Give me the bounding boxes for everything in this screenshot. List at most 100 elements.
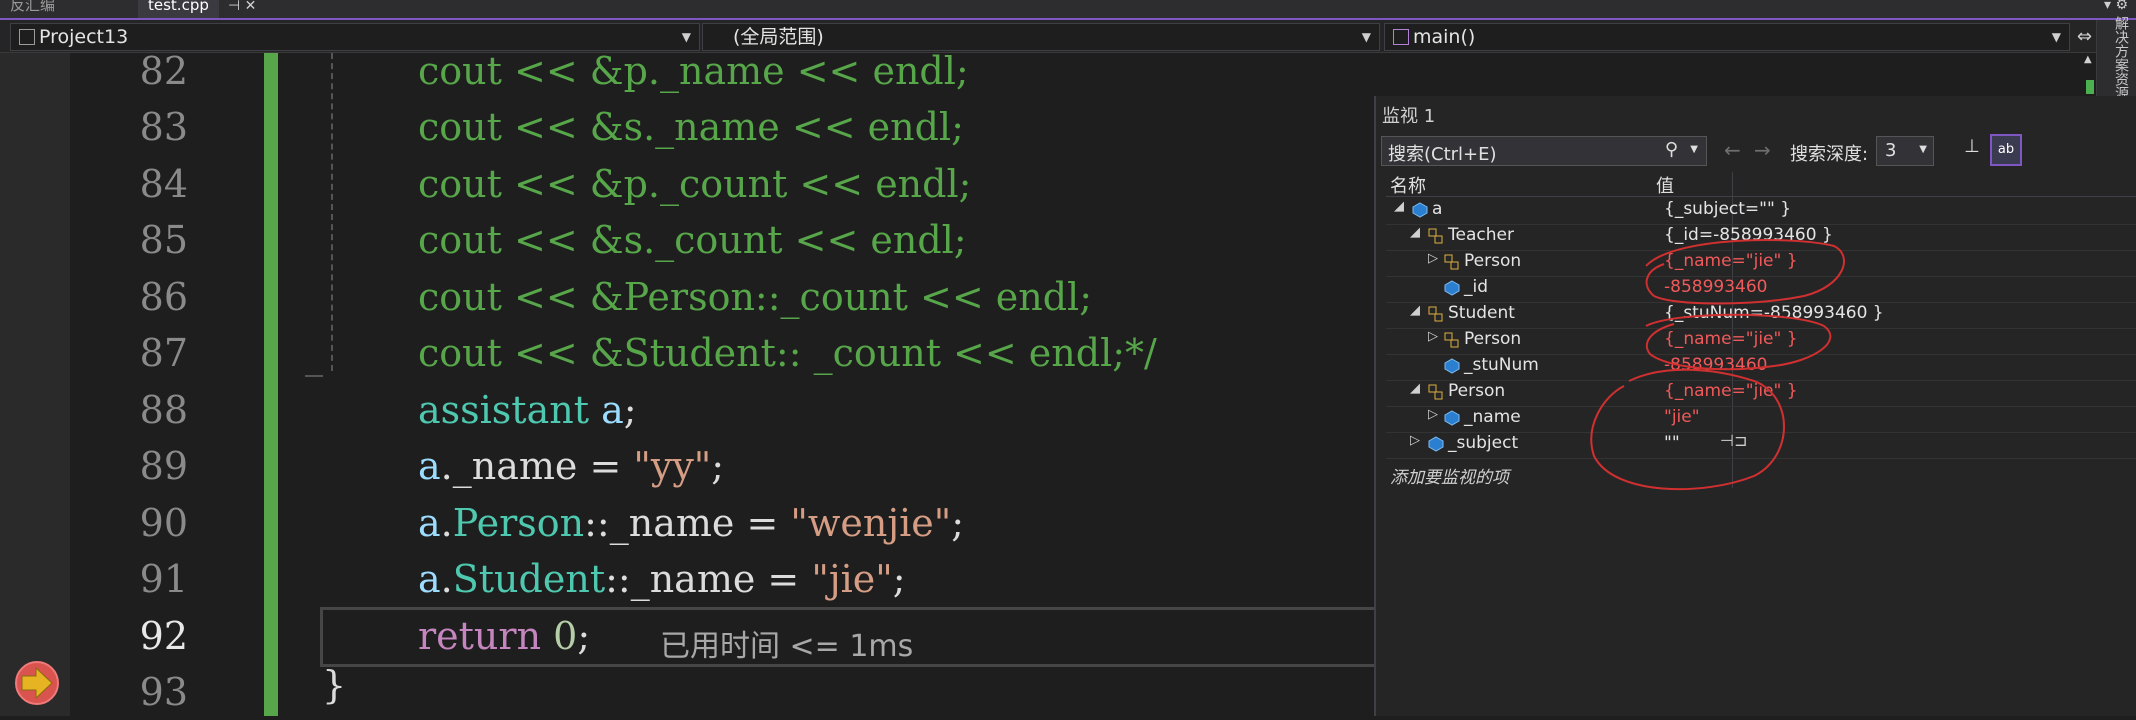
collapse-icon[interactable]: ◢ (1410, 303, 1420, 318)
watch-row-name: Student (1448, 303, 1515, 323)
pin-icon[interactable]: ⊣⊐ (1720, 431, 1747, 450)
column-name-header[interactable]: 名称 (1390, 172, 1426, 198)
var-token: a (418, 444, 441, 488)
member-token: ::_name = (605, 557, 812, 601)
chevron-down-icon: ▼ (2051, 30, 2061, 44)
line-number: 93 (139, 670, 188, 714)
base-class-icon (1444, 332, 1459, 348)
code-line-85: cout << &s._count << endl; (418, 218, 967, 262)
chevron-down-icon: ▼ (1919, 144, 1927, 155)
watch-row-value: -858993460 (1664, 277, 1768, 297)
watch-search-input[interactable]: 搜索(Ctrl+E) ⚲ ▼ (1381, 136, 1707, 166)
expand-icon[interactable]: ▷ (1428, 251, 1438, 266)
watch-row-name: _id (1464, 277, 1489, 297)
function-icon (1393, 29, 1409, 45)
add-watch-item[interactable]: 添加要监视的项 (1386, 462, 2136, 488)
expand-icon[interactable]: ▷ (1410, 433, 1420, 448)
tab-overflow-settings-icon[interactable]: ▾ ⚙ (2104, 0, 2128, 13)
code-editor[interactable]: 82 83 84 85 86 87 88 89 90 91 92 93 cout… (0, 49, 1382, 716)
expand-icon[interactable]: ▷ (1428, 407, 1438, 422)
punct-token: ; (577, 614, 591, 658)
scroll-change-marker (2086, 80, 2094, 94)
pin-icon[interactable]: ⊥ (1960, 136, 1984, 164)
function-label: main() (1413, 26, 1476, 48)
chevron-down-icon[interactable]: ▼ (1690, 144, 1698, 155)
member-token: ::_name = (584, 501, 791, 545)
collapse-icon[interactable]: ◢ (1410, 381, 1420, 396)
line-number: 85 (139, 218, 188, 262)
collapse-icon[interactable]: ◢ (1394, 199, 1404, 214)
watch-row-name: a (1432, 199, 1443, 219)
watch-window: 监视 1 搜索(Ctrl+E) ⚲ ▼ ← → 搜索深度: 3 ▼ ⊥ ab 名… (1374, 96, 2136, 716)
search-depth-select[interactable]: 3 ▼ (1876, 136, 1934, 166)
watch-row[interactable]: _id -858993460 (1386, 276, 2136, 303)
project-icon (19, 29, 35, 45)
field-icon (1428, 436, 1444, 452)
line-number: 84 (139, 162, 188, 206)
code-line-91: a.Student::_name = "jie"; (418, 551, 906, 607)
line-number: 87 (139, 331, 188, 375)
string-view-icon[interactable]: ab (1990, 134, 2022, 166)
punct-token: . (440, 557, 453, 601)
watch-row-value: "" (1664, 433, 1680, 453)
field-icon (1444, 280, 1460, 296)
outline-marker (305, 375, 323, 377)
watch-row-name: _stuNum (1464, 355, 1539, 375)
watch-row-value: {_name="jie" } (1664, 251, 1798, 271)
line-number: 89 (139, 444, 188, 488)
variable-icon (1412, 202, 1428, 218)
watch-row-value: {_subject="" } (1664, 199, 1792, 219)
search-depth-value: 3 (1885, 140, 1897, 161)
code-line-88: assistant a; (418, 382, 637, 438)
search-placeholder: 搜索(Ctrl+E) (1388, 144, 1497, 165)
elapsed-time-hint: 已用时间 <= 1ms (660, 629, 914, 664)
string-token: "jie" (811, 557, 893, 601)
watch-column-header: 名称 值 (1386, 172, 2136, 197)
function-dropdown[interactable]: main() ▼ (1384, 23, 2070, 51)
watch-row-value: {_id=-858993460 } (1664, 225, 1833, 245)
keyword-token: return (418, 614, 542, 658)
tab-test-cpp[interactable]: test.cpp (138, 0, 219, 18)
watch-row[interactable]: ◢ Person {_name="jie" } (1386, 380, 2136, 407)
code-line-87: cout << &Student:: _count << endl;*/ (418, 331, 1157, 375)
code-line-90: a.Person::_name = "wenjie"; (418, 495, 964, 551)
watch-row-value: {_stuNum=-858993460 } (1664, 303, 1884, 323)
expand-icon[interactable]: ▷ (1428, 329, 1438, 344)
watch-row[interactable]: ◢ a {_subject="" } (1386, 198, 2136, 225)
tab-disassembly[interactable]: 反汇编 (0, 0, 65, 18)
number-token: 0 (553, 614, 578, 658)
search-icon[interactable]: ⚲ (1665, 139, 1678, 160)
watch-row[interactable]: ▷ Person {_name="jie" } (1386, 250, 2136, 277)
document-tab-bar: 反汇编 test.cpp ⊣ ✕ ▾ ⚙ (0, 0, 2136, 20)
back-arrow-icon[interactable]: ← (1724, 138, 1741, 162)
watch-row-name: _name (1464, 407, 1521, 427)
code-line-93: } (322, 663, 347, 707)
string-token: "yy" (633, 444, 712, 488)
scroll-up-icon[interactable]: ▲ (2084, 54, 2092, 65)
type-token: assistant (418, 388, 589, 432)
base-class-icon (1428, 384, 1443, 400)
indent-guide (331, 53, 333, 371)
tab-pin-close-icons[interactable]: ⊣ ✕ (228, 0, 256, 14)
base-class-icon (1428, 228, 1443, 244)
watch-row[interactable]: ▷ _name "jie" (1386, 406, 2136, 433)
watch-row[interactable]: _stuNum -858993460 (1386, 354, 2136, 381)
split-editor-icon[interactable]: ⇔ (2077, 26, 2092, 47)
collapse-icon[interactable]: ◢ (1410, 225, 1420, 240)
watch-row[interactable]: ◢ Teacher {_id=-858993460 } (1386, 224, 2136, 251)
watch-row[interactable]: ▷ Person {_name="jie" } (1386, 328, 2136, 355)
var-token: a (418, 557, 441, 601)
code-line-83: cout << &s._name << endl; (418, 105, 964, 149)
type-token: Student (452, 557, 606, 601)
watch-row[interactable]: ◢ Student {_stuNum=-858993460 } (1386, 302, 2136, 329)
watch-row-value: {_name="jie" } (1664, 329, 1798, 349)
current-statement-arrow-icon[interactable] (14, 661, 60, 705)
column-value-header[interactable]: 值 (1656, 172, 1674, 198)
watch-row[interactable]: ▷ _subject ⊣⊐ "" (1386, 431, 2136, 459)
search-depth-label: 搜索深度: (1790, 144, 1869, 165)
chevron-down-icon: ▼ (1361, 30, 1371, 44)
type-token: Person (452, 501, 585, 545)
solution-explorer-tab[interactable]: 解决方案资源 (2111, 16, 2131, 100)
breakpoint-margin[interactable] (0, 53, 70, 716)
forward-arrow-icon[interactable]: → (1754, 138, 1771, 162)
